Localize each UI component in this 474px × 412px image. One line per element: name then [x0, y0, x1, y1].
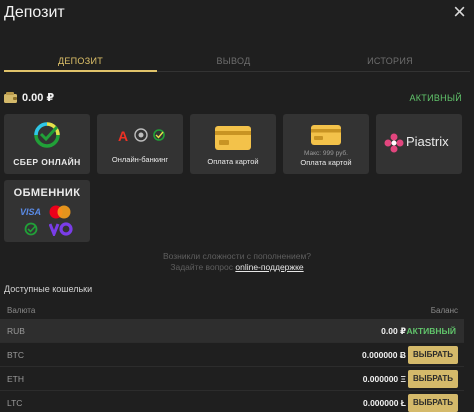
close-icon[interactable]: × [453, 0, 466, 24]
wallets-title: Доступные кошельки [4, 284, 93, 294]
method-sber-online[interactable]: СБЕР ОНЛАЙН [4, 114, 90, 174]
method-exchanger[interactable]: ОБМЕННИК VISA [4, 180, 90, 242]
sber-logo-icon [34, 122, 60, 148]
method-label: ОБМЕННИК [13, 187, 81, 199]
method-label: Оплата картой [300, 158, 352, 167]
wallet-row-eth: ETH 0.000000 Ξ ВЫБРАТЬ [0, 367, 464, 391]
tab-history[interactable]: ИСТОРИЯ [310, 56, 470, 66]
wallet-row-rub: RUB 0.00 ₽ АКТИВНЫЙ [0, 319, 464, 343]
select-wallet-button[interactable]: ВЫБРАТЬ [408, 370, 458, 388]
wallet-currency: BTC [7, 350, 24, 360]
sber-small-icon [153, 129, 165, 141]
method-online-banking[interactable]: A Онлайн-банкинг [97, 114, 183, 174]
modal-header: Депозит × [0, 0, 474, 30]
wallet-row-btc: BTC 0.000000 Ƀ ВЫБРАТЬ [0, 343, 464, 367]
support-link[interactable]: online-поддержке [235, 262, 303, 272]
tab-deposit[interactable]: ДЕПОЗИТ [4, 56, 157, 66]
status-badge: АКТИВНЫЙ [409, 93, 462, 103]
help-line: Задайте вопрос online-поддержке [0, 262, 474, 272]
yoomoney-icon [49, 222, 73, 236]
method-label: Онлайн-банкинг [111, 155, 169, 164]
wallet-amount: 0.000000 Ł [362, 398, 406, 408]
balance-row: 0.00 ₽ АКТИВНЫЙ [4, 90, 462, 106]
column-header-currency: Валюта [7, 306, 36, 315]
page-title: Депозит [4, 4, 65, 21]
tab-withdraw[interactable]: ВЫВОД [157, 56, 310, 66]
help-prefix: Задайте вопрос [170, 262, 233, 272]
wallet-currency: LTC [7, 398, 23, 408]
method-label: СБЕР ОНЛАЙН [13, 157, 81, 167]
bank-card-icon [215, 126, 251, 150]
method-limit-note: Макс: 999 руб. [304, 150, 348, 157]
method-piastrix[interactable]: Piastrix [376, 114, 462, 174]
help-text: Возникли сложности с пополнением? [162, 251, 312, 261]
wallet-amount: 0.000000 Ƀ [362, 350, 406, 360]
status-badge: АКТИВНЫЙ [406, 326, 456, 336]
alfa-bank-icon: A [118, 128, 129, 144]
wallet-currency: ETH [7, 374, 24, 384]
method-label: Оплата картой [207, 157, 259, 166]
select-wallet-button[interactable]: ВЫБРАТЬ [408, 346, 458, 364]
method-label: Piastrix [406, 134, 449, 149]
bank-emblem-icon [134, 128, 148, 142]
mastercard-icon [49, 205, 71, 219]
wallet-amount: 0.000000 Ξ [362, 374, 406, 384]
piastrix-logo-icon [384, 133, 404, 153]
sber-small-icon [24, 222, 38, 236]
method-card-payment[interactable]: Оплата картой [190, 114, 276, 174]
method-card-payment-limited[interactable]: Макс: 999 руб. Оплата картой [283, 114, 369, 174]
visa-icon: VISA [20, 207, 42, 217]
active-tab-indicator [4, 70, 157, 72]
wallet-amount: 0.00 ₽ [381, 326, 406, 336]
column-header-balance: Баланс [430, 306, 458, 315]
tab-bar: ДЕПОЗИТ ВЫВОД ИСТОРИЯ [4, 50, 470, 72]
wallet-currency: RUB [7, 326, 25, 336]
select-wallet-button[interactable]: ВЫБРАТЬ [408, 394, 458, 412]
wallet-row-ltc: LTC 0.000000 Ł ВЫБРАТЬ [0, 391, 464, 412]
bank-card-icon [311, 125, 341, 145]
balance-amount: 0.00 ₽ [22, 92, 55, 104]
wallet-icon [4, 92, 17, 103]
